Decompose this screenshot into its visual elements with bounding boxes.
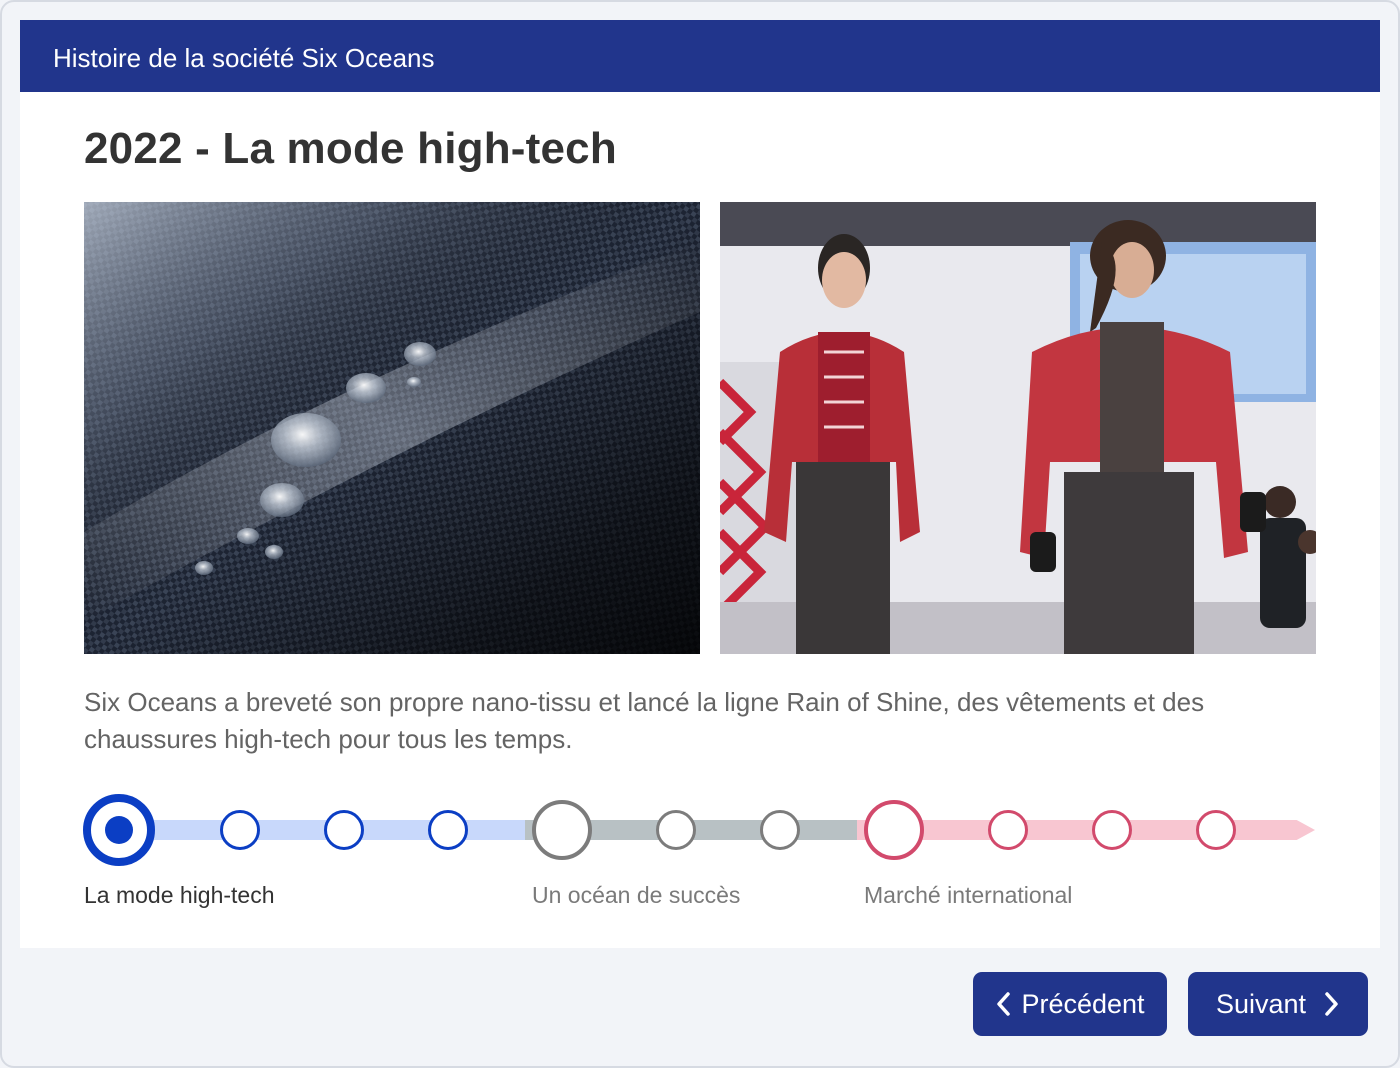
chevron-left-icon: [997, 992, 1011, 1016]
slide-title: 2022 - La mode high-tech: [84, 124, 617, 173]
timeline-step[interactable]: [760, 810, 800, 850]
timeline-label-group-2[interactable]: Un océan de succès: [532, 882, 740, 909]
timeline-group-start-3[interactable]: [864, 800, 924, 860]
timeline-step[interactable]: [656, 810, 696, 850]
timeline-label-group-1[interactable]: La mode high-tech: [84, 882, 275, 909]
window-header: Histoire de la société Six Oceans: [20, 20, 1380, 92]
next-button[interactable]: Suivant: [1188, 972, 1368, 1036]
timeline-step[interactable]: [1196, 810, 1236, 850]
timeline: La mode high-tech Un océan de succès Mar…: [20, 792, 1380, 922]
slide-card: 2022 - La mode high-tech Six Oceans a br…: [20, 92, 1380, 948]
timeline-step[interactable]: [988, 810, 1028, 850]
chevron-right-icon: [1325, 992, 1338, 1016]
next-button-label: Suivant: [1215, 988, 1307, 1019]
timeline-track-group-3: [857, 820, 1315, 840]
previous-button-label: Précédent: [1021, 988, 1145, 1019]
fabric-water-drops-image: [84, 202, 700, 654]
timeline-step[interactable]: [220, 810, 260, 850]
previous-button[interactable]: Précédent: [973, 972, 1167, 1036]
current-step-dot: [105, 816, 133, 844]
runway-models-image: [720, 202, 1316, 654]
header-title: Histoire de la société Six Oceans: [53, 43, 435, 73]
timeline-step[interactable]: [428, 810, 468, 850]
timeline-step[interactable]: [324, 810, 364, 850]
timeline-group-start-2[interactable]: [532, 800, 592, 860]
timeline-step[interactable]: [1092, 810, 1132, 850]
slide-description: Six Oceans a breveté son propre nano-tis…: [84, 687, 1205, 754]
timeline-label-group-3[interactable]: Marché international: [864, 882, 1072, 909]
timeline-step-current[interactable]: [83, 794, 155, 866]
